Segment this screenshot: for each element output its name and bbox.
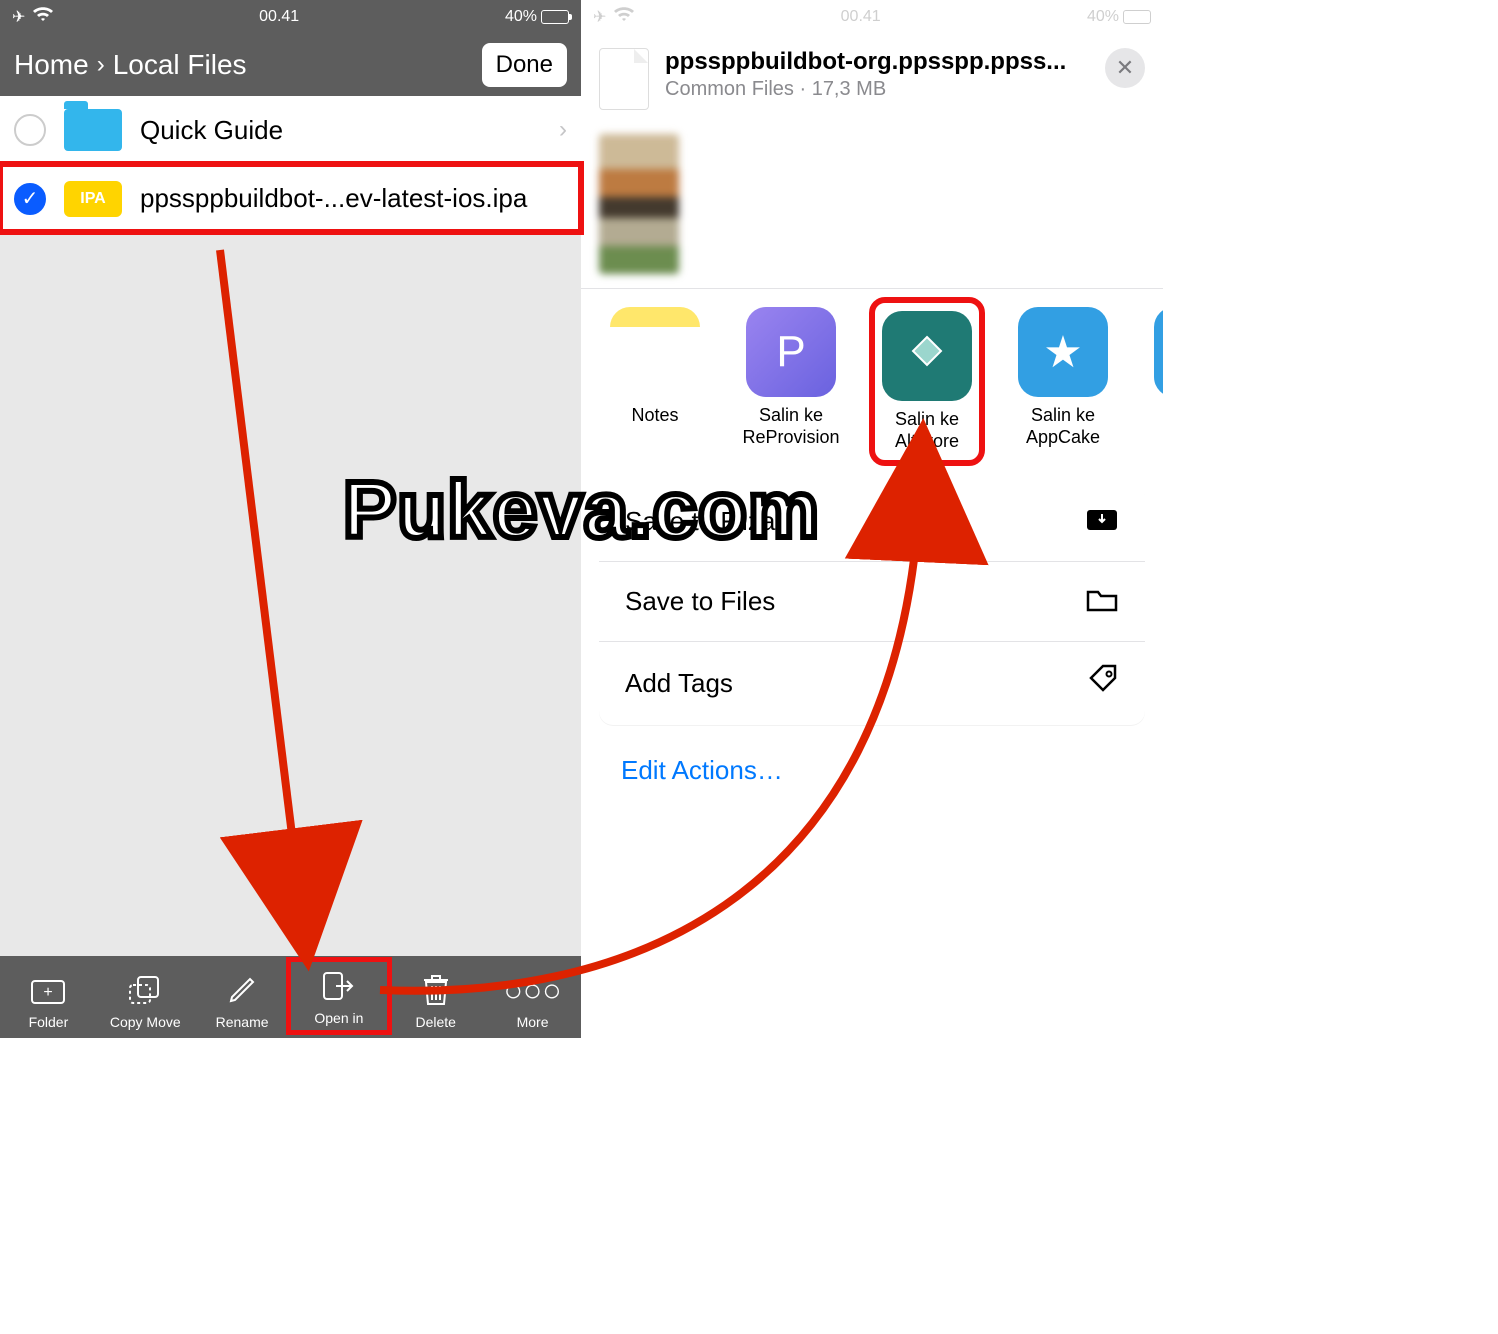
status-battery: 40% xyxy=(505,8,569,26)
trash-icon xyxy=(416,970,456,1010)
status-time: 00.41 xyxy=(841,8,881,26)
folder-plus-icon: + xyxy=(28,970,68,1010)
battery-icon xyxy=(541,10,569,24)
action-list: Save to Filza Save to Files Add Tags xyxy=(599,482,1145,725)
nav-home[interactable]: Home xyxy=(14,49,89,81)
svg-text:+: + xyxy=(44,984,53,1001)
altstore-icon xyxy=(882,311,972,401)
file-row-quickguide[interactable]: Quick Guide › xyxy=(0,96,581,164)
reprovision-icon: P xyxy=(746,307,836,397)
share-filename: ppssppbuildbot-org.ppsspp.ppss... xyxy=(665,48,1089,76)
edit-actions-link[interactable]: Edit Actions… xyxy=(581,733,1163,808)
file-name: Quick Guide xyxy=(140,115,283,146)
airdrop-targets[interactable] xyxy=(581,124,1163,288)
navbar: Home › Local Files Done xyxy=(0,34,581,96)
status-battery: 40% xyxy=(1087,8,1151,26)
folder-down-icon xyxy=(1085,504,1119,539)
toolbar-more[interactable]: ○○○ More xyxy=(485,970,581,1030)
status-bar: ✈ 00.41 40% xyxy=(0,0,581,34)
app-altstore[interactable]: Salin ke AltStore xyxy=(879,307,975,456)
openin-icon xyxy=(319,966,359,1006)
empty-area xyxy=(0,232,581,956)
nav-section: Local Files xyxy=(113,49,247,81)
file-icon xyxy=(599,48,649,110)
contact-avatar-blurred[interactable] xyxy=(599,134,679,274)
more-icon: ○○○ xyxy=(513,970,553,1010)
status-left-icons: ✈ xyxy=(12,7,53,28)
status-left-icons: ✈ xyxy=(593,7,634,28)
chevron-right-icon: › xyxy=(559,116,567,144)
close-button[interactable]: ✕ xyxy=(1105,48,1145,88)
partial-icon xyxy=(1154,307,1163,397)
app-partial[interactable]: Sali xyxy=(1151,307,1163,456)
right-phone: ✈ 00.41 40% ppssppbuildbot-org.ppsspp.pp… xyxy=(581,0,1163,1038)
action-add-tags[interactable]: Add Tags xyxy=(599,641,1145,725)
radio-checked[interactable]: ✓ xyxy=(14,183,46,215)
app-appcake[interactable]: ★ Salin ke AppCake xyxy=(1015,307,1111,456)
app-notes[interactable]: Notes xyxy=(607,307,703,456)
appcake-icon: ★ xyxy=(1018,307,1108,397)
file-info: ppssppbuildbot-org.ppsspp.ppss... Common… xyxy=(665,48,1089,101)
folder-icon xyxy=(64,109,122,151)
file-row-ipa[interactable]: ✓ IPA ppssppbuildbot-...ev-latest-ios.ip… xyxy=(0,164,581,232)
copy-icon xyxy=(125,970,165,1010)
status-time: 00.41 xyxy=(259,8,299,26)
toolbar-openin[interactable]: Open in xyxy=(291,962,387,1030)
share-header: ppssppbuildbot-org.ppsspp.ppss... Common… xyxy=(581,34,1163,124)
action-save-files[interactable]: Save to Files xyxy=(599,561,1145,641)
share-app-row[interactable]: Notes P Salin ke ReProvision Salin ke Al… xyxy=(581,289,1163,474)
folder-icon xyxy=(1085,584,1119,619)
ipa-badge: IPA xyxy=(64,181,122,217)
toolbar-folder[interactable]: + Folder xyxy=(0,970,96,1030)
radio-unchecked[interactable] xyxy=(14,114,46,146)
notes-icon xyxy=(610,307,700,397)
chevron-right-icon: › xyxy=(97,51,105,79)
airplane-icon: ✈ xyxy=(12,7,25,27)
breadcrumb[interactable]: Home › Local Files xyxy=(14,49,247,81)
app-reprovision[interactable]: P Salin ke ReProvision xyxy=(743,307,839,456)
airplane-icon: ✈ xyxy=(593,7,606,27)
toolbar: + Folder Copy Move Rename Open in Delete… xyxy=(0,956,581,1038)
tag-icon xyxy=(1087,664,1119,703)
battery-icon xyxy=(1123,10,1151,24)
action-save-filza[interactable]: Save to Filza xyxy=(599,482,1145,561)
file-list: Quick Guide › ✓ IPA ppssppbuildbot-...ev… xyxy=(0,96,581,232)
done-button[interactable]: Done xyxy=(482,43,567,87)
share-meta: Common Files · 17,3 MB xyxy=(665,78,1089,101)
status-bar: ✈ 00.41 40% xyxy=(581,0,1163,34)
pencil-icon xyxy=(222,970,262,1010)
toolbar-delete[interactable]: Delete xyxy=(388,970,484,1030)
toolbar-rename[interactable]: Rename xyxy=(194,970,290,1030)
left-phone: ✈ 00.41 40% Home › Local Files Done Quic… xyxy=(0,0,581,1038)
wifi-icon xyxy=(33,7,53,28)
wifi-icon xyxy=(614,7,634,28)
toolbar-copymove[interactable]: Copy Move xyxy=(97,970,193,1030)
file-name: ppssppbuildbot-...ev-latest-ios.ipa xyxy=(140,183,527,214)
